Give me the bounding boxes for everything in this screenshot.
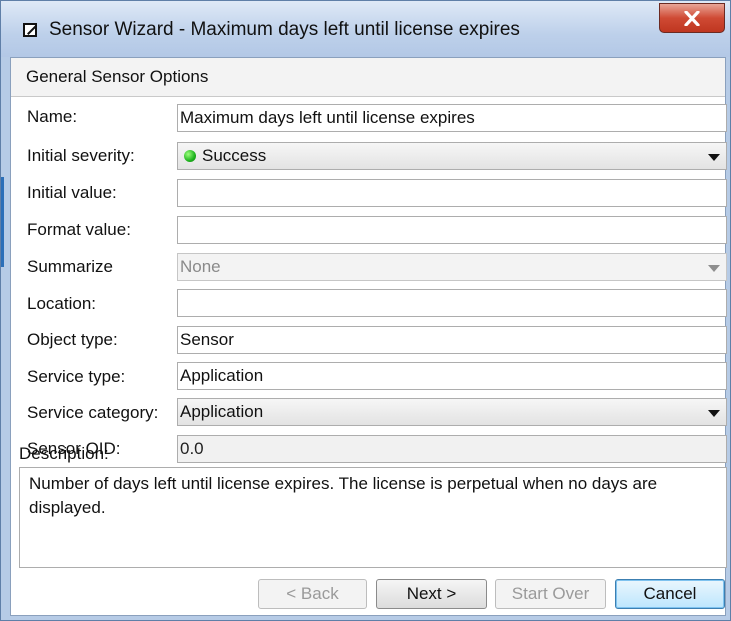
chevron-down-icon [708, 265, 720, 272]
initial-value-field[interactable] [177, 179, 727, 207]
service-category-dropdown[interactable]: Application [177, 398, 727, 426]
format-value-field[interactable] [177, 216, 727, 244]
service-category-value: Application [180, 402, 264, 421]
summarize-dropdown: None [177, 253, 727, 281]
initial-severity-dropdown[interactable]: Success [177, 142, 727, 170]
title-bar[interactable]: Sensor Wizard - Maximum days left until … [1, 1, 730, 57]
close-button[interactable] [659, 3, 725, 33]
close-icon [684, 11, 700, 26]
initial-severity-value: Success [202, 146, 267, 165]
sensor-wizard-window: Sensor Wizard - Maximum days left until … [0, 0, 731, 621]
description-label: Description: [19, 444, 109, 463]
start-over-button[interactable]: Start Over [495, 579, 606, 609]
summarize-value: None [180, 257, 221, 276]
window-edge-highlight [1, 177, 4, 267]
chevron-down-icon [708, 410, 720, 417]
format-value-label: Format value: [27, 220, 131, 239]
service-type-label: Service type: [27, 367, 126, 386]
initial-value-label: Initial value: [27, 183, 117, 202]
chevron-down-icon [708, 154, 720, 161]
object-type-label: Object type: [27, 330, 118, 349]
location-label: Location: [27, 294, 96, 313]
service-category-label: Service category: [27, 403, 159, 422]
name-label: Name: [27, 107, 78, 126]
initial-severity-label: Initial severity: [27, 146, 135, 165]
name-field[interactable]: Maximum days left until license expires [177, 104, 727, 132]
section-header-label: General Sensor Options [26, 67, 209, 86]
service-type-field[interactable]: Application [177, 362, 727, 390]
location-field[interactable] [177, 289, 727, 317]
object-type-field[interactable]: Sensor [177, 326, 727, 354]
summarize-label: Summarize [27, 257, 113, 276]
cancel-button[interactable]: Cancel [615, 579, 725, 609]
description-textarea[interactable]: Number of days left until license expire… [19, 467, 727, 568]
window-app-icon[interactable] [23, 23, 37, 37]
back-button[interactable]: < Back [258, 579, 367, 609]
wizard-content: General Sensor Options Name: Maximum day… [10, 57, 727, 616]
next-button[interactable]: Next > [376, 579, 487, 609]
sensor-oid-field: 0.0 [177, 435, 727, 463]
success-status-icon [184, 150, 196, 162]
section-header: General Sensor Options [11, 58, 725, 97]
window-title: Sensor Wizard - Maximum days left until … [49, 19, 520, 40]
